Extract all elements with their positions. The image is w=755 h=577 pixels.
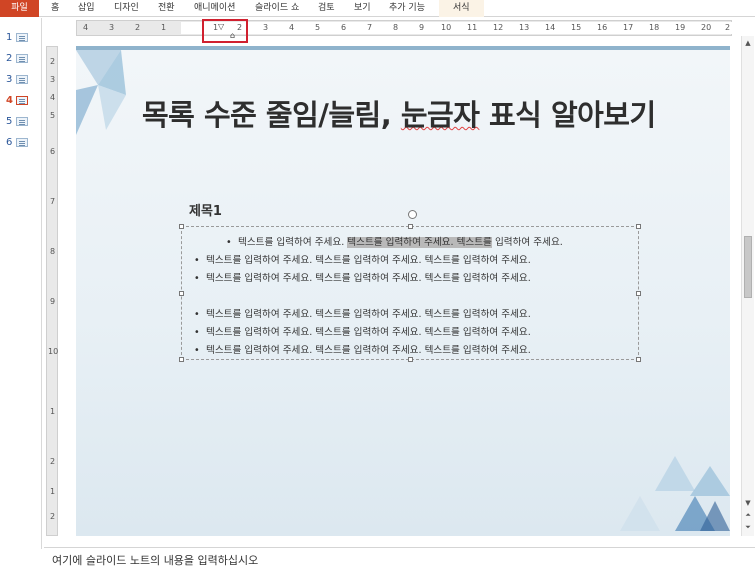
slide-thumbnail[interactable]: 3: [6, 74, 36, 86]
tab-slideshow[interactable]: 슬라이드 쇼: [255, 0, 299, 17]
tab-insert[interactable]: 삽입: [78, 0, 95, 17]
ruler-indent-highlight-box: [202, 19, 248, 43]
content-subheading[interactable]: 제목1: [189, 200, 222, 219]
tab-file[interactable]: 파일: [0, 0, 39, 17]
slide-thumbnail[interactable]: 1: [6, 32, 36, 44]
tab-addins[interactable]: 추가 기능: [389, 0, 425, 17]
bullet-text-box[interactable]: • 텍스트를 입력하여 주세요. 텍스트를 입력하여 주세요. 텍스트를 입력하여…: [179, 210, 641, 362]
slide-preview-icon: [16, 96, 28, 105]
slide-preview-icon: [16, 138, 28, 147]
resize-handle[interactable]: [636, 291, 641, 296]
slide-title-text: 목록 수준 줄임/늘림, 눈금자 표식 알아보기: [142, 98, 656, 132]
slide-canvas[interactable]: 목록 수준 줄임/늘림, 눈금자 표식 알아보기 제목1 • 텍스트를 입력하여 …: [76, 46, 730, 536]
slide-thumbnail[interactable]: 6: [6, 137, 36, 149]
tab-animations[interactable]: 애니메이션: [194, 0, 235, 17]
hanging-indent-marker-icon[interactable]: ⌂: [230, 31, 235, 40]
horizontal-ruler[interactable]: 4 3 2 1 1 2 3 4 5 6 7 8 9 10 11 12 13 14…: [76, 20, 733, 36]
resize-handle[interactable]: [636, 357, 641, 362]
vertical-scrollbar[interactable]: ▲ ▼ ⏶ ⏷: [741, 36, 754, 536]
resize-handle[interactable]: [179, 357, 184, 362]
resize-handle[interactable]: [636, 224, 641, 229]
vertical-ruler[interactable]: 2 3 4 5 6 7 8 9 10 1 2 1 2: [46, 46, 58, 536]
resize-handle[interactable]: [179, 291, 184, 296]
previous-slide-icon[interactable]: ⏶: [743, 510, 753, 520]
rotate-handle-icon[interactable]: [408, 210, 417, 219]
selected-text: 텍스트를 입력하여 주세요. 텍스트를: [347, 237, 492, 248]
slide-thumbnail[interactable]: 2: [6, 53, 36, 65]
slide-preview-icon: [16, 117, 28, 126]
resize-handle[interactable]: [408, 357, 413, 362]
slide-thumbnail-pane: 1 2 3 4 5 6: [0, 18, 42, 549]
tab-review[interactable]: 검토: [318, 0, 335, 17]
notes-pane[interactable]: 여기에 슬라이드 노트의 내용을 입력하십시오: [44, 547, 755, 577]
resize-handle[interactable]: [408, 224, 413, 229]
first-line-indent-marker-icon[interactable]: ▽: [218, 22, 224, 31]
bullet-item[interactable]: • 텍스트를 입력하여 주세요. 텍스트를 입력하여 주세요. 텍스트를 입력하여…: [194, 270, 531, 284]
spellcheck-underlined-word: 눈금자: [400, 98, 480, 132]
tab-view[interactable]: 보기: [354, 0, 371, 17]
slide-preview-icon: [16, 75, 28, 84]
scroll-down-icon[interactable]: ▼: [743, 498, 753, 508]
slide-thumbnail[interactable]: 5: [6, 116, 36, 128]
scrollbar-thumb[interactable]: [744, 236, 752, 298]
decorative-triangles-top-left: [76, 50, 126, 135]
tab-format[interactable]: 서식: [439, 0, 484, 17]
slide-title[interactable]: 목록 수준 줄임/늘림, 눈금자 표식 알아보기: [142, 92, 702, 134]
notes-placeholder[interactable]: 여기에 슬라이드 노트의 내용을 입력하십시오: [52, 552, 258, 568]
decorative-triangles-bottom-right: [620, 456, 730, 531]
scroll-up-icon[interactable]: ▲: [743, 38, 753, 48]
slide-preview-icon: [16, 54, 28, 63]
bullet-item[interactable]: • 텍스트를 입력하여 주세요. 텍스트를 입력하여 주세요. 텍스트를 입력하여…: [194, 306, 531, 320]
tab-design[interactable]: 디자인: [114, 0, 139, 17]
bullet-item[interactable]: • 텍스트를 입력하여 주세요. 텍스트를 입력하여 주세요. 텍스트를 입력하여…: [194, 324, 531, 338]
bullet-item[interactable]: • 텍스트를 입력하여 주세요. 텍스트를 입력하여 주세요. 텍스트를 입력하여…: [194, 342, 531, 356]
bullet-item[interactable]: • 텍스트를 입력하여 주세요. 텍스트를 입력하여 주세요. 텍스트를 입력하여…: [194, 252, 531, 266]
next-slide-icon[interactable]: ⏷: [743, 522, 753, 532]
tab-home[interactable]: 홈: [51, 0, 59, 17]
resize-handle[interactable]: [179, 224, 184, 229]
bullet-item-level2[interactable]: • 텍스트를 입력하여 주세요. 텍스트를 입력하여 주세요. 텍스트를 입력하여…: [226, 234, 563, 248]
tab-transitions[interactable]: 전환: [158, 0, 175, 17]
slide-thumbnail-active[interactable]: 4: [6, 95, 36, 107]
slide-preview-icon: [16, 33, 28, 42]
ribbon-tab-bar: 파일 홈 삽입 디자인 전환 애니메이션 슬라이드 쇼 검토 보기 추가 기능 …: [0, 0, 755, 17]
